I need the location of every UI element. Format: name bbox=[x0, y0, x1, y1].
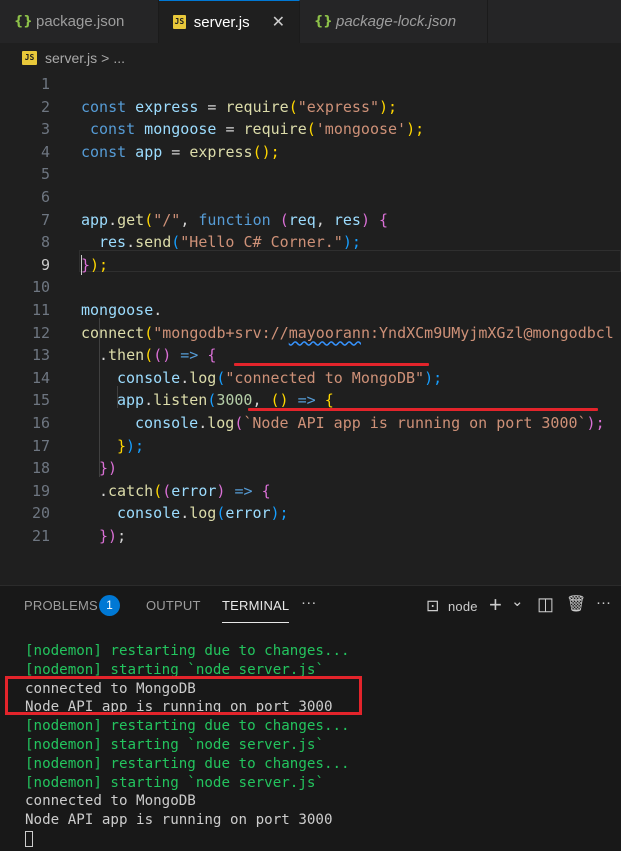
editor-tab-bar: {} package.json JS server.js ✕ {} packag… bbox=[0, 0, 621, 43]
tab-server-js[interactable]: JS server.js ✕ bbox=[159, 0, 300, 43]
panel-tabs: PROBLEMS 1 OUTPUT TERMINAL ··· ⊡ node + … bbox=[0, 586, 621, 626]
js-icon: JS bbox=[22, 51, 37, 65]
chevron-right-icon: > bbox=[101, 50, 110, 66]
line-number: 3 bbox=[40, 120, 50, 139]
chevron-down-icon[interactable]: ⌄ bbox=[511, 592, 524, 610]
line-number: 21 bbox=[31, 527, 50, 545]
terminal-icon: ⊡ bbox=[426, 598, 440, 615]
line-number: 19 bbox=[31, 481, 50, 500]
tab-problems[interactable]: PROBLEMS bbox=[24, 598, 98, 613]
line-number: 5 bbox=[40, 165, 50, 184]
line-number: 20 bbox=[31, 504, 50, 523]
tab-output[interactable]: OUTPUT bbox=[146, 598, 201, 613]
terminal-line: Node API app is running on port 3000 bbox=[25, 812, 333, 829]
breadcrumb-file[interactable]: server.js bbox=[45, 50, 97, 66]
more-actions-icon[interactable]: ··· bbox=[596, 594, 611, 611]
json-icon: {} bbox=[314, 13, 333, 29]
line-number: 13 bbox=[31, 346, 50, 365]
line-number: 11 bbox=[31, 301, 50, 319]
js-icon: JS bbox=[173, 15, 186, 29]
bottom-panel: PROBLEMS 1 OUTPUT TERMINAL ··· ⊡ node + … bbox=[0, 585, 621, 851]
line-number: 10 bbox=[31, 278, 50, 297]
line-number: 18 bbox=[31, 459, 50, 478]
terminal-line: [nodemon] restarting due to changes... bbox=[25, 718, 350, 735]
tab-label: package-lock.json bbox=[336, 13, 457, 30]
trash-icon[interactable]: 🗑 bbox=[566, 594, 586, 614]
json-icon: {} bbox=[14, 13, 33, 29]
tab-package-json[interactable]: {} package.json bbox=[0, 0, 159, 43]
terminal-shell-name[interactable]: node bbox=[448, 599, 478, 614]
line-number: 12 bbox=[31, 323, 50, 342]
more-icon[interactable]: ··· bbox=[301, 594, 317, 611]
breadcrumb: JS server.js > ... bbox=[0, 43, 621, 73]
line-number: 2 bbox=[40, 97, 50, 116]
terminal-output[interactable]: [nodemon] restarting due to changes... [… bbox=[25, 642, 350, 849]
add-terminal-icon[interactable]: + bbox=[489, 592, 502, 618]
red-box-annotation bbox=[5, 676, 362, 715]
line-number: 15 bbox=[31, 391, 50, 410]
line-number: 7 bbox=[40, 210, 50, 229]
line-number: 6 bbox=[40, 188, 50, 206]
tab-label: server.js bbox=[193, 13, 250, 31]
red-underline-annotation bbox=[234, 363, 429, 366]
line-number: 17 bbox=[31, 436, 50, 455]
tab-package-lock-json[interactable]: {} package-lock.json bbox=[300, 0, 488, 43]
line-number: 14 bbox=[31, 368, 50, 387]
terminal-line: [nodemon] restarting due to changes... bbox=[25, 755, 350, 772]
line-number: 4 bbox=[40, 142, 50, 161]
breadcrumb-more[interactable]: ... bbox=[113, 50, 125, 66]
line-number: 1 bbox=[40, 75, 50, 93]
terminal-line: [nodemon] starting `node server.js` bbox=[25, 736, 324, 753]
problems-count-badge: 1 bbox=[99, 595, 120, 616]
line-number: 9 bbox=[40, 255, 50, 274]
close-icon[interactable]: ✕ bbox=[272, 12, 285, 32]
terminal-line: connected to MongoDB bbox=[25, 793, 196, 810]
terminal-cursor bbox=[25, 830, 33, 847]
tab-label: package.json bbox=[36, 13, 125, 30]
line-number: 8 bbox=[40, 233, 50, 252]
terminal-line: [nodemon] restarting due to changes... bbox=[25, 643, 350, 659]
text-cursor bbox=[81, 254, 82, 275]
split-terminal-icon[interactable]: ◫ bbox=[537, 594, 554, 615]
tab-terminal[interactable]: TERMINAL bbox=[222, 598, 290, 623]
red-underline-annotation bbox=[248, 408, 598, 411]
code-editor[interactable]: 1 const express = require("express"); 2 … bbox=[0, 73, 621, 585]
terminal-line: [nodemon] starting `node server.js` bbox=[25, 774, 324, 791]
line-number: 16 bbox=[31, 414, 50, 432]
